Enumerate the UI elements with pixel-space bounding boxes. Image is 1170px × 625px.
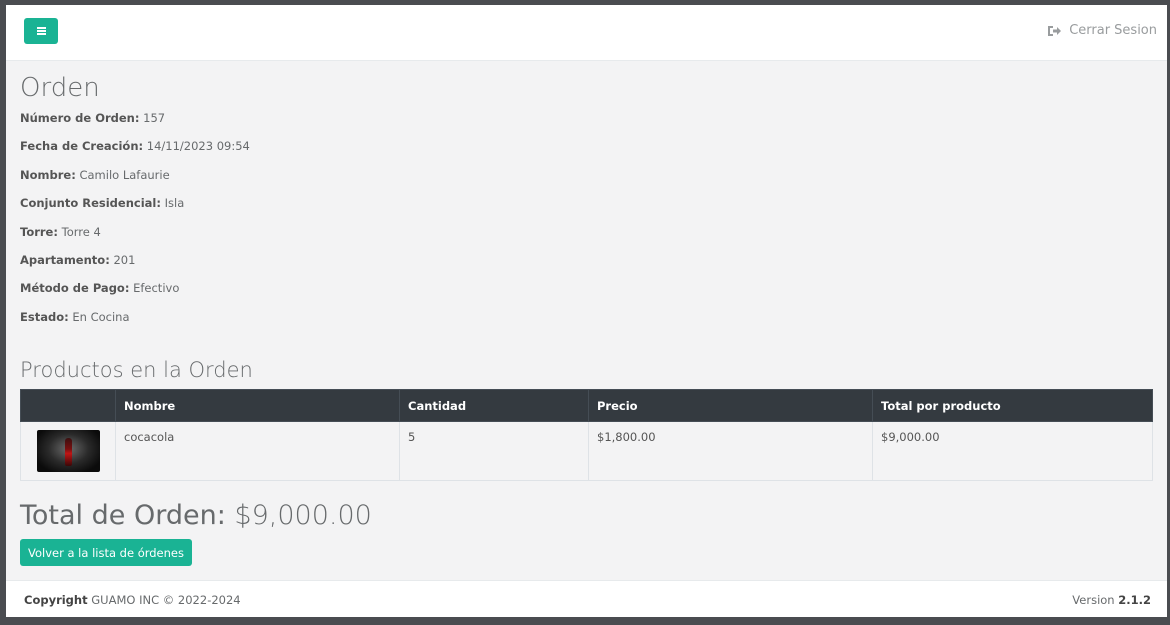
field-label: Método de Pago:	[20, 281, 130, 296]
field-value: En Cocina	[72, 309, 130, 324]
top-navbar: Cerrar Sesion	[6, 5, 1167, 61]
order-total-label: Total de Orden:	[20, 500, 226, 531]
field-value: Camilo Lafaurie	[79, 167, 170, 182]
payment-method-row: Método de Pago: Efectivo	[20, 281, 1153, 309]
order-total: Total de Orden: $9,000.00	[20, 502, 372, 529]
field-value: 157	[143, 111, 166, 125]
field-value: 14/11/2023 09:54	[146, 139, 250, 154]
field-label: Conjunto Residencial:	[20, 196, 161, 211]
tower-row: Torre: Torre 4	[20, 225, 1153, 253]
field-value: Efectivo	[133, 281, 180, 296]
field-label: Torre:	[20, 224, 58, 239]
apartment-row: Apartamento: 201	[20, 253, 1153, 281]
product-total: $9,000.00	[872, 421, 1153, 481]
product-quantity: 5	[399, 421, 589, 481]
product-name: cocacola	[115, 421, 400, 481]
table-header-row: Nombre Cantidad Precio Total por product…	[20, 389, 1153, 422]
field-label: Nombre:	[20, 167, 76, 182]
version-label: Version	[1072, 593, 1115, 607]
footer-version: Version 2.1.2	[1072, 593, 1151, 607]
footer-copyright: Copyright GUAMO INC © 2022-2024	[24, 593, 241, 607]
table-row: cocacola 5 $1,800.00 $9,000.00	[20, 421, 1153, 481]
status-row: Estado: En Cocina	[20, 310, 1153, 338]
order-details: Número de Orden: 157 Fecha de Creación: …	[20, 111, 1153, 338]
logout-link[interactable]: Cerrar Sesion	[1047, 23, 1157, 38]
app-window: Cerrar Sesion Orden Número de Orden: 157…	[6, 5, 1167, 617]
creation-date-row: Fecha de Creación: 14/11/2023 09:54	[20, 139, 1153, 167]
page-title: Orden	[20, 73, 100, 103]
footer: Copyright GUAMO INC © 2022-2024 Version …	[6, 580, 1167, 617]
order-total-value: $9,000.00	[234, 500, 372, 531]
product-image	[36, 430, 100, 472]
residential-complex-row: Conjunto Residencial: Isla	[20, 196, 1153, 224]
menu-toggle-button[interactable]	[24, 18, 58, 44]
version-value: 2.1.2	[1118, 593, 1151, 607]
field-value: Torre 4	[61, 224, 101, 239]
products-section-title: Productos en la Orden	[20, 358, 253, 382]
column-header-price: Precio	[588, 389, 873, 422]
product-image-cell	[20, 421, 116, 481]
column-header-total: Total por producto	[872, 389, 1153, 422]
field-label: Número de Orden:	[20, 111, 140, 125]
order-number-row: Número de Orden: 157	[20, 111, 1153, 139]
sign-out-icon	[1048, 25, 1062, 36]
field-value: 201	[113, 252, 136, 267]
field-label: Apartamento:	[20, 252, 110, 267]
column-header-quantity: Cantidad	[399, 389, 589, 422]
hamburger-icon	[37, 27, 46, 35]
logout-label: Cerrar Sesion	[1069, 23, 1157, 38]
copyright-label: Copyright	[24, 593, 88, 607]
copyright-text: GUAMO INC © 2022-2024	[91, 593, 241, 607]
product-price: $1,800.00	[588, 421, 873, 481]
field-label: Fecha de Creación:	[20, 139, 144, 154]
back-to-orders-button[interactable]: Volver a la lista de órdenes	[20, 539, 192, 566]
column-header-name: Nombre	[115, 389, 400, 422]
main-content: Orden Número de Orden: 157 Fecha de Crea…	[20, 73, 1153, 566]
field-label: Estado:	[20, 309, 69, 324]
field-value: Isla	[164, 196, 185, 211]
customer-name-row: Nombre: Camilo Lafaurie	[20, 168, 1153, 196]
products-table: Nombre Cantidad Precio Total por product…	[20, 389, 1153, 481]
column-header-image	[20, 389, 116, 422]
